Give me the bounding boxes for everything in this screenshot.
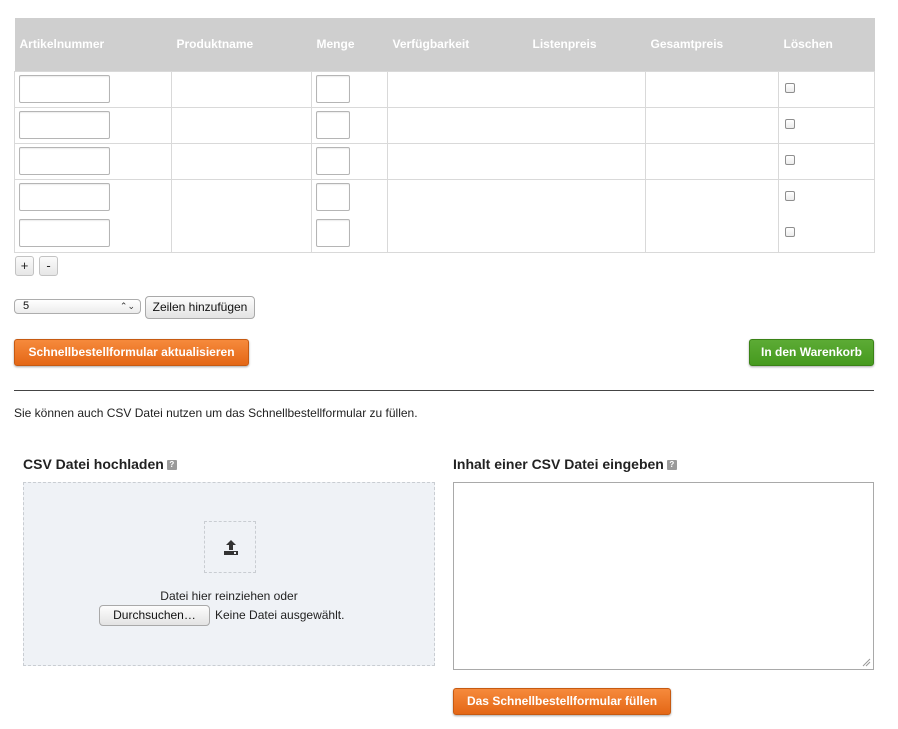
cell-loeschen — [778, 215, 875, 253]
cell-verfuegbarkeit-listenpreis — [387, 142, 646, 180]
csv-upload-title-text: CSV Datei hochladen — [23, 456, 164, 472]
artikelnummer-input[interactable] — [19, 183, 110, 212]
cell-artikelnummer — [14, 142, 172, 180]
add-to-cart-button[interactable]: In den Warenkorb — [749, 339, 874, 366]
cell-produktname — [171, 215, 312, 253]
cell-loeschen — [778, 106, 875, 144]
table-row — [14, 70, 875, 108]
menge-input[interactable] — [316, 219, 350, 248]
menge-input[interactable] — [316, 147, 350, 175]
col-header-verfuegbarkeit: Verfügbarkeit — [387, 18, 528, 71]
cell-gesamtpreis — [645, 215, 779, 253]
csv-drop-zone[interactable]: Datei hier reinziehen oder Durchsuchen… … — [23, 482, 435, 666]
cell-menge — [311, 215, 388, 253]
cell-artikelnummer — [14, 215, 172, 253]
delete-checkbox[interactable] — [785, 155, 795, 165]
cell-produktname — [171, 142, 312, 180]
col-header-loeschen: Löschen — [778, 18, 875, 71]
cell-verfuegbarkeit-listenpreis — [387, 70, 646, 108]
col-header-artikelnummer: Artikelnummer — [14, 18, 172, 71]
update-form-button[interactable]: Schnellbestellformular aktualisieren — [14, 339, 249, 366]
cell-loeschen — [778, 178, 875, 215]
upload-icon — [204, 521, 256, 573]
table-header-row: Artikelnummer Produktname Menge Verfügba… — [14, 18, 875, 71]
table-row — [14, 106, 875, 144]
browse-file-button[interactable]: Durchsuchen… — [99, 605, 210, 626]
resize-grip-icon[interactable] — [862, 658, 871, 667]
cell-gesamtpreis — [645, 178, 779, 215]
cell-gesamtpreis — [645, 70, 779, 108]
drop-hint-text: Datei hier reinziehen oder — [160, 589, 298, 603]
table-row — [14, 215, 875, 253]
csv-content-textarea[interactable] — [453, 482, 874, 670]
cell-gesamtpreis — [645, 142, 779, 180]
cell-produktname — [171, 178, 312, 215]
no-file-selected-text: Keine Datei ausgewählt. — [215, 608, 345, 622]
up-down-arrows-icon: ⌃⌄ — [119, 301, 135, 311]
csv-info-text: Sie können auch CSV Datei nutzen um das … — [14, 406, 418, 420]
add-rows-button[interactable]: Zeilen hinzufügen — [145, 296, 255, 319]
cell-loeschen — [778, 142, 875, 180]
row-count-select[interactable]: 5 ⌃⌄ — [14, 299, 141, 314]
help-icon[interactable]: ? — [666, 460, 677, 471]
table-row — [14, 142, 875, 180]
row-count-value: 5 — [23, 300, 30, 312]
fill-form-button[interactable]: Das Schnellbestellformular füllen — [453, 688, 671, 715]
delete-checkbox[interactable] — [785, 119, 795, 129]
artikelnummer-input[interactable] — [19, 219, 110, 248]
menge-input[interactable] — [316, 183, 350, 212]
section-divider — [14, 390, 874, 391]
help-icon[interactable]: ? — [166, 460, 177, 471]
remove-row-button[interactable]: - — [39, 256, 58, 276]
table-row — [14, 178, 875, 215]
delete-checkbox[interactable] — [785, 83, 795, 93]
col-header-listenpreis: Listenpreis — [527, 18, 646, 71]
col-header-menge: Menge — [311, 18, 388, 71]
cell-artikelnummer — [14, 178, 172, 215]
delete-checkbox[interactable] — [785, 227, 795, 238]
csv-upload-title: CSV Datei hochladen? — [23, 456, 177, 472]
cell-produktname — [171, 70, 312, 108]
artikelnummer-input[interactable] — [19, 75, 110, 103]
cell-verfuegbarkeit-listenpreis — [387, 215, 646, 253]
csv-content-title-text: Inhalt einer CSV Datei eingeben — [453, 456, 664, 472]
cell-artikelnummer — [14, 70, 172, 108]
artikelnummer-input[interactable] — [19, 111, 110, 139]
cell-loeschen — [778, 70, 875, 108]
cell-menge — [311, 106, 388, 144]
cell-menge — [311, 178, 388, 215]
quick-order-table: Artikelnummer Produktname Menge Verfügba… — [14, 18, 875, 253]
cell-verfuegbarkeit-listenpreis — [387, 178, 646, 215]
cell-produktname — [171, 106, 312, 144]
delete-checkbox[interactable] — [785, 191, 795, 202]
col-header-produktname: Produktname — [171, 18, 312, 71]
menge-input[interactable] — [316, 111, 350, 139]
csv-content-title: Inhalt einer CSV Datei eingeben? — [453, 456, 677, 472]
cell-gesamtpreis — [645, 106, 779, 144]
cell-verfuegbarkeit-listenpreis — [387, 106, 646, 144]
cell-menge — [311, 142, 388, 180]
menge-input[interactable] — [316, 75, 350, 103]
col-header-gesamtpreis: Gesamtpreis — [645, 18, 779, 71]
artikelnummer-input[interactable] — [19, 147, 110, 175]
cell-menge — [311, 70, 388, 108]
cell-artikelnummer — [14, 106, 172, 144]
add-row-button[interactable]: + — [15, 256, 34, 276]
